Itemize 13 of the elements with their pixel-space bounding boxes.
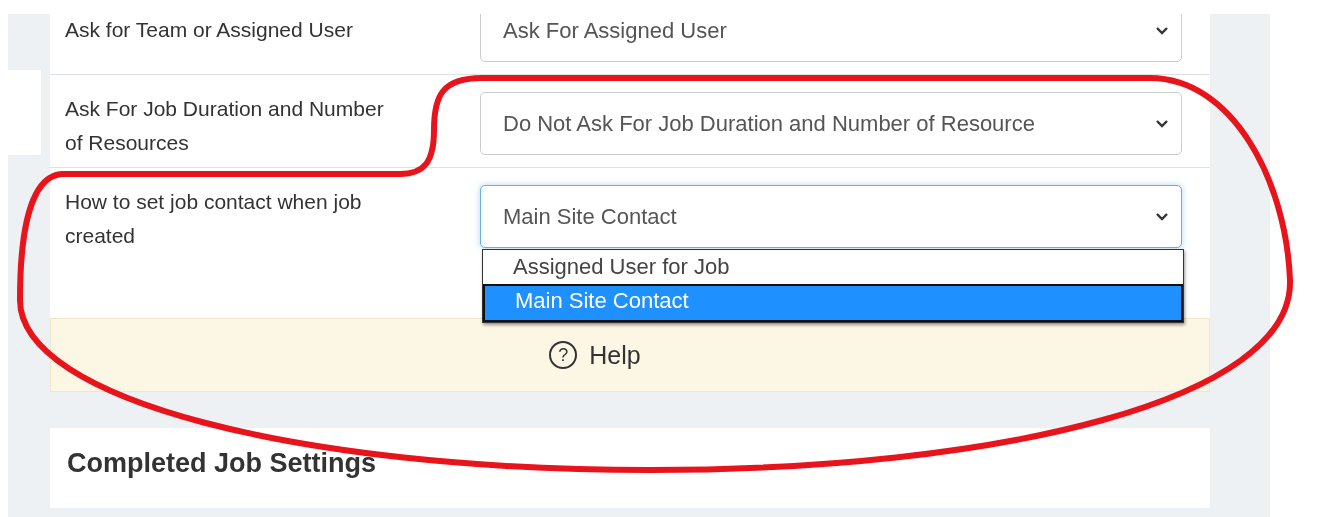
help-button[interactable]: ? Help <box>549 340 641 370</box>
select-field[interactable]: Main Site Contact <box>480 185 1182 248</box>
setting-label: Ask for Team or Assigned User <box>65 17 354 43</box>
setting-label: How to set job contact when job created <box>65 189 363 249</box>
select-field[interactable]: Do Not Ask For Job Duration and Number of Resource <box>480 92 1182 155</box>
help-icon: ? <box>549 341 578 369</box>
section-title: Completed Job Settings <box>67 448 377 478</box>
setting-label: Ask For Job Duration and Number of Resources <box>65 96 385 156</box>
chevron-down-icon <box>1155 118 1169 129</box>
select-field[interactable]: Ask For Assigned User <box>480 14 1182 62</box>
chevron-down-icon <box>1155 211 1169 222</box>
dropdown-option[interactable]: Assigned User for Job <box>483 250 1183 284</box>
chevron-down-icon <box>1155 25 1169 36</box>
